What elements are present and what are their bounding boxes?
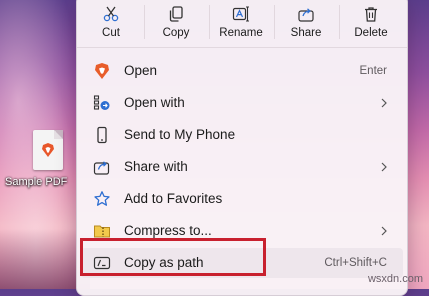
copy-button[interactable]: Copy [144, 1, 208, 45]
menu-item-label: Open [124, 63, 158, 78]
menu-item-label: Send to My Phone [124, 127, 236, 142]
menu-item-shortcut: Enter [359, 65, 388, 77]
rename-icon [232, 6, 249, 22]
trash-icon [365, 7, 377, 22]
delete-label: Delete [354, 27, 388, 39]
share-icon [298, 8, 314, 22]
menu-item-share-with[interactable]: Share with [81, 152, 403, 182]
menu-item-add-to-favorites[interactable]: Add to Favorites [81, 184, 403, 214]
scissors-icon [103, 6, 119, 22]
watermark: wsxdn.com [367, 273, 423, 285]
toolbar-separator [77, 47, 407, 48]
open-with-icon [93, 95, 110, 110]
share-icon [93, 161, 110, 175]
star-icon [94, 191, 110, 206]
cut-button[interactable]: Cut [79, 1, 143, 45]
chevron-right-icon [381, 98, 387, 108]
share-label: Share [290, 27, 322, 39]
pdf-file-icon [33, 130, 63, 170]
brave-icon [42, 143, 54, 157]
rename-label: Rename [219, 27, 263, 39]
menu-item-open-with[interactable]: Open with [81, 88, 403, 118]
brave-icon [95, 63, 109, 79]
menu-item-label: Open with [124, 95, 185, 110]
copy-label: Copy [162, 27, 190, 39]
delete-button[interactable]: Delete [339, 1, 403, 45]
copy-icon [169, 6, 183, 22]
menu-item-open[interactable]: Open Enter [81, 56, 403, 86]
menu-item-send-to-phone[interactable]: Send to My Phone [81, 120, 403, 150]
menu-item-label: Share with [124, 159, 188, 174]
context-toolbar: Cut Copy Rename Share Delete [77, 0, 407, 47]
cut-label: Cut [102, 27, 120, 39]
phone-icon [97, 126, 107, 144]
highlight-annotation-box [80, 238, 266, 276]
chevron-right-icon [381, 226, 387, 236]
menu-item-shortcut: Ctrl+Shift+C [324, 257, 387, 269]
chevron-right-icon [381, 162, 387, 172]
menu-item-label: Add to Favorites [124, 191, 223, 206]
rename-button[interactable]: Rename [209, 1, 273, 45]
share-button[interactable]: Share [274, 1, 338, 45]
menu-item-label: Compress to... [124, 223, 212, 238]
